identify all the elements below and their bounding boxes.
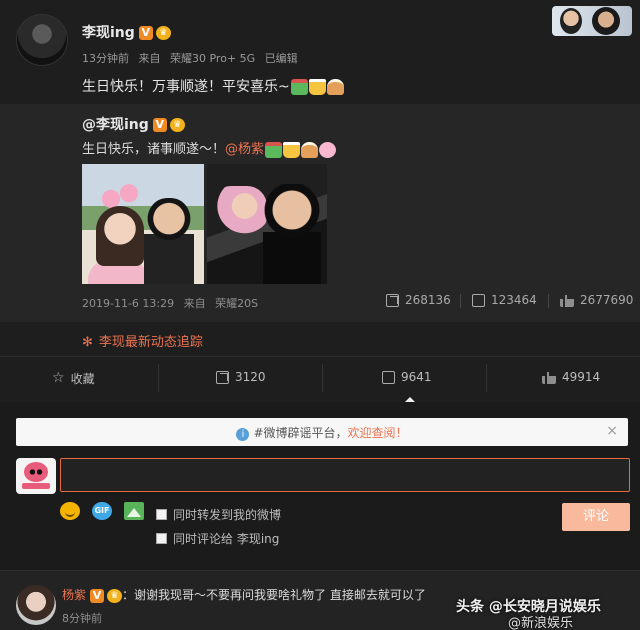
repost-like-stat[interactable]: 2677690 (548, 293, 634, 308)
emoji-picker-icon[interactable] (60, 502, 80, 520)
action-divider (486, 364, 487, 392)
favorite-button[interactable]: ☆ 收藏 (52, 370, 95, 387)
follow-updates-link[interactable]: ✻ 李现最新动态追踪 (82, 331, 203, 350)
comment-content: 杨紫 V ♛ ：谢谢我现哥～不要再问我要啥礼物了 直接邮去就可以了 (62, 586, 426, 603)
comment-icon (472, 293, 485, 307)
verified-badge-icon: V (90, 588, 105, 603)
rumor-notice-bar: i #微博辟谣平台，欢迎查阅！ × (16, 418, 628, 446)
submit-comment-button[interactable]: 评论 (562, 503, 630, 531)
post-source[interactable]: 荣耀30 Pro+ 5G (170, 52, 255, 65)
like-icon (542, 370, 556, 384)
repost-like-count: 2677690 (580, 293, 634, 307)
post-text-content: 生日快乐！万事顺遂！平安喜乐~ (82, 79, 290, 95)
repost-date[interactable]: 2019-11-6 13:29 (82, 297, 174, 310)
watermark-sub: @新浪娱乐 (508, 616, 574, 630)
verified-badge-icon: V (152, 118, 167, 132)
vip-crown-icon: ♛ (107, 588, 123, 603)
comment-to-author-checkbox[interactable]: 同时评论给 李现ing (156, 530, 279, 547)
comment-icon (382, 370, 395, 384)
comment-time: 8分钟前 (62, 612, 102, 625)
top-right-thumbnail (552, 6, 632, 36)
comment-option-label: 同时评论给 李现ing (173, 532, 280, 546)
repost-forward-stat[interactable]: 268136 (386, 293, 451, 307)
repost-forward-count: 268136 (405, 293, 451, 307)
cake-emoji-icon (301, 141, 319, 158)
close-icon[interactable]: × (606, 423, 618, 439)
gift-emoji-icon (265, 141, 283, 158)
beer-emoji-icon (283, 141, 301, 158)
edited-label[interactable]: 已编辑 (265, 52, 298, 65)
repost-text-content: 生日快乐，诸事顺遂～！ (82, 142, 226, 157)
post-text: 生日快乐！万事顺遂！平安喜乐~ (82, 76, 344, 96)
photo-person (211, 186, 267, 236)
post-meta: 13分钟前 来自 荣耀30 Pro+ 5G 已编辑 (82, 50, 298, 66)
image-upload-icon[interactable] (124, 502, 144, 520)
gif-picker-icon[interactable]: GIF (92, 502, 112, 520)
like-button[interactable]: 49914 (542, 370, 600, 384)
star-icon: ☆ (52, 370, 65, 386)
forward-icon (386, 293, 399, 307)
cake-emoji-icon (326, 79, 344, 95)
repost-to-my-weibo-checkbox[interactable]: 同时转发到我的微博 (156, 506, 281, 523)
bunny-emoji-icon (319, 141, 337, 158)
commenter-name[interactable]: 杨紫 (62, 588, 86, 602)
author-avatar[interactable] (16, 14, 68, 66)
my-avatar[interactable] (16, 458, 56, 494)
post-author[interactable]: 李现ing V ♛ (82, 22, 171, 42)
source-prefix: 来自 (138, 52, 161, 65)
photo-person (263, 184, 321, 284)
forward-count: 3120 (235, 370, 266, 384)
info-icon: i (236, 428, 250, 441)
repost-comment-stat[interactable]: 123464 (460, 293, 537, 308)
repost-meta: 2019-11-6 13:29 来自 荣耀20S (82, 295, 258, 311)
action-divider (322, 364, 323, 392)
photo-person (96, 206, 144, 266)
comment-input[interactable] (60, 458, 630, 492)
action-divider (158, 364, 159, 392)
stat-divider (548, 294, 549, 308)
beer-emoji-icon (308, 79, 326, 95)
forward-icon (216, 370, 229, 384)
thumbnail-face (560, 8, 582, 34)
vip-crown-icon: ♛ (155, 26, 171, 40)
repost-option-label: 同时转发到我的微博 (173, 508, 282, 522)
comment-button[interactable]: 9641 (382, 370, 432, 384)
repost-photo-2[interactable] (207, 164, 327, 284)
comment-text: ：谢谢我现哥～不要再问我要啥礼物了 直接邮去就可以了 (122, 588, 426, 602)
checkbox-box[interactable] (156, 509, 167, 520)
mention-link[interactable]: @杨紫 (225, 142, 264, 157)
forward-button[interactable]: 3120 (216, 370, 266, 384)
favorite-label: 收藏 (70, 372, 95, 386)
author-name[interactable]: 李现ing (82, 25, 135, 41)
repost-author-name[interactable]: @李现ing (82, 117, 149, 133)
notice-text: i #微博辟谣平台，欢迎查阅！ (16, 424, 628, 441)
verified-badge-icon: V (138, 26, 153, 40)
repost-source[interactable]: 荣耀20S (215, 297, 258, 310)
thumbnail-face (592, 7, 620, 35)
gift-emoji-icon (290, 79, 308, 95)
repost-comment-count: 123464 (491, 293, 537, 307)
follow-link-label[interactable]: 李现最新动态追踪 (99, 335, 203, 350)
notice-prefix: #微博辟谣平台， (253, 426, 348, 440)
comment-count: 9641 (401, 370, 432, 384)
watermark: 头条 @长安晓月说娱乐 @新浪娱乐 (456, 596, 601, 630)
vip-crown-icon: ♛ (169, 118, 185, 132)
checkbox-box[interactable] (156, 533, 167, 544)
source-prefix: 来自 (183, 297, 206, 310)
like-icon (560, 293, 574, 307)
repost-author[interactable]: @李现ing V ♛ (82, 114, 185, 134)
sparkle-icon: ✻ (82, 335, 93, 350)
commenter-avatar[interactable] (16, 585, 56, 625)
stat-divider (460, 294, 461, 308)
post-time[interactable]: 13分钟前 (82, 52, 129, 65)
like-count: 49914 (562, 370, 601, 384)
notice-link[interactable]: 欢迎查阅！ (348, 426, 408, 440)
repost-photo-1[interactable] (82, 164, 204, 284)
repost-text: 生日快乐，诸事顺遂～！@杨紫 (82, 138, 337, 158)
photo-person (144, 198, 194, 284)
